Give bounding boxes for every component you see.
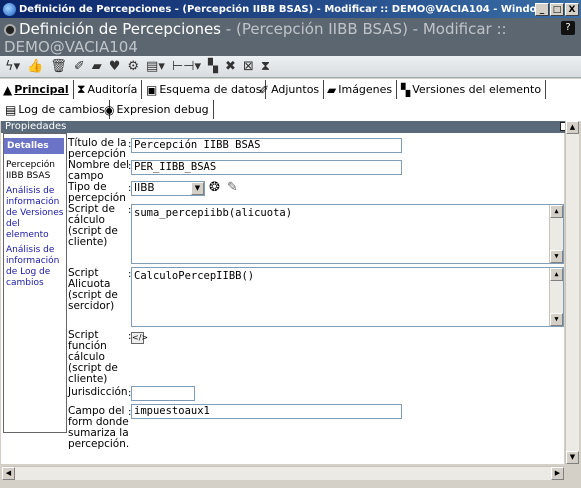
tab-esquema-datos[interactable]: ▣ Esquema de datos	[146, 80, 267, 99]
tools-icon[interactable]: ✖	[225, 59, 236, 75]
image-icon: ▰	[327, 82, 337, 97]
script-editor-icon[interactable]: </>	[131, 332, 148, 344]
thumbs-up-icon[interactable]: 👍	[27, 59, 43, 75]
maximize-button[interactable]: □	[550, 2, 564, 16]
jurisdiccion-input[interactable]	[131, 386, 195, 401]
campo-form-input[interactable]: impuestoaux1	[131, 404, 402, 419]
chevron-down-icon[interactable]: ▼	[191, 182, 204, 195]
tab-label: Versiones del elemento	[412, 83, 542, 96]
script-funcion-label: Script función cálculo (script de client…	[68, 329, 118, 385]
paperclip-icon: ✐	[259, 82, 270, 97]
hourglass-icon: ⧗	[77, 82, 86, 96]
edit-icon[interactable]: ✎	[227, 180, 238, 195]
properties-panel: Detalles Percepción IIBB BSAS Análisis d…	[1, 133, 564, 464]
trash-icon[interactable]: 🗑	[50, 59, 67, 75]
scroll-right-arrow[interactable]: ▶	[551, 467, 564, 480]
eye-icon: ◉	[104, 102, 115, 117]
globe-icon[interactable]: ❂	[209, 180, 220, 195]
scroll-up-arrow[interactable]: ▲	[566, 121, 579, 134]
scroll-down-arrow[interactable]: ▼	[550, 313, 563, 326]
page-header: Definición de Percepciones - (Percepción…	[0, 18, 581, 56]
tab-principal[interactable]: ▲ Principal	[3, 80, 74, 99]
window-title: Definición de Percepciones - (Percepción…	[19, 3, 535, 15]
binoculars-icon[interactable]: ▚	[208, 59, 218, 75]
close-button[interactable]: X	[565, 2, 579, 16]
sidebar-link-log[interactable]: Análisis de información de Log de cambio…	[4, 245, 64, 289]
log-icon: ▤	[5, 102, 17, 117]
tab-auditoria[interactable]: ⧗ Auditoría	[77, 80, 143, 99]
nombre-input[interactable]: PER_IIBB_BSAS	[131, 160, 402, 175]
window-icon[interactable]: ⊠	[243, 59, 254, 75]
ie-icon	[3, 2, 16, 16]
minimize-button[interactable]: _	[535, 2, 549, 16]
titulo-label: Título de la percepción	[68, 137, 127, 160]
tab-versiones[interactable]: ▚ Versiones del elemento	[401, 80, 547, 99]
campo-form-label: Campo del form donde sumariza la percepc…	[68, 405, 130, 450]
sidebar-item-current: Percepción IIBB BSAS	[6, 160, 56, 181]
lightning-icon[interactable]: ϟ▾	[5, 59, 20, 75]
page-horizontal-scrollbar[interactable]: ◀ ▶	[2, 466, 564, 480]
scroll-up-arrow[interactable]: ▲	[550, 268, 563, 281]
sidebar-link-versiones[interactable]: Análisis de información de Versiones del…	[4, 186, 64, 241]
tab-bar: ▲ Principal ⧗ Auditoría ▣ Esquema de datos …	[0, 79, 581, 121]
tab-log-cambios[interactable]: ▤ Log de cambios	[5, 100, 110, 119]
script-alicuota-label: Script Alicuota (script de sercidor)	[68, 267, 118, 312]
jurisdiccion-label: Jurisdicción	[68, 386, 128, 398]
nombre-label: Nombre del campo	[68, 159, 130, 182]
pin-icon[interactable]: ✐	[74, 59, 85, 75]
tab-label: Esquema de datos	[159, 83, 262, 96]
tab-label: Log de cambios	[18, 103, 105, 116]
page-vertical-scrollbar[interactable]: ▲ ▼	[565, 121, 579, 464]
titulo-input[interactable]: Percepción IIBB BSAS	[131, 138, 402, 153]
properties-header: Propiedades	[1, 121, 571, 133]
tab-expresion-debug[interactable]: ◉ Expresion debug	[104, 100, 214, 119]
textarea-scrollbar[interactable]: ▲ ▼	[549, 268, 563, 326]
tree-icon[interactable]: ⊢⊣▾	[172, 59, 201, 75]
tab-label: Imágenes	[338, 83, 393, 96]
script-alicuota-value: CalculoPercepIIBB()	[134, 270, 255, 282]
page-title: Definición de Percepciones - (Percepción…	[4, 20, 549, 56]
heart-icon[interactable]: ♥	[109, 59, 121, 75]
hourglass-icon[interactable]: ⧗	[261, 59, 270, 75]
window-frame-bottom	[0, 481, 581, 488]
script-alicuota-textarea[interactable]: CalculoPercepIIBB() ▲ ▼	[131, 267, 564, 327]
tab-label: Auditoría	[87, 83, 138, 96]
details-sidebar: Detalles Percepción IIBB BSAS Análisis d…	[4, 138, 64, 293]
document-icon[interactable]: ▤▾	[146, 59, 165, 75]
tab-label: Expresion debug	[116, 103, 209, 116]
scroll-left-arrow[interactable]: ◀	[2, 467, 15, 480]
folder-icon[interactable]: ▰	[92, 59, 102, 75]
sidebar-header[interactable]: Detalles	[4, 138, 64, 154]
tab-adjuntos[interactable]: ✐ Adjuntos	[259, 80, 325, 99]
script-calculo-label: Script de cálculo (script de cliente)	[68, 203, 118, 248]
textarea-scrollbar[interactable]: ▲ ▼	[549, 205, 563, 263]
scroll-up-arrow[interactable]: ▲	[550, 205, 563, 218]
versions-icon: ▚	[401, 82, 411, 97]
tab-label: Principal	[14, 83, 69, 96]
help-button[interactable]: ?	[561, 21, 575, 35]
person-icon: ▲	[3, 82, 13, 97]
properties-title: Propiedades	[5, 121, 67, 132]
gear-icon	[4, 23, 16, 36]
scroll-down-arrow[interactable]: ▼	[550, 250, 563, 263]
tipo-label: Tipo de percepción	[68, 181, 126, 204]
tipo-select-value: IIBB	[134, 182, 155, 194]
script-calculo-value: suma_percepiibb(alicuota)	[134, 207, 293, 219]
schema-icon: ▣	[146, 82, 158, 97]
title-main: Definición de Percepciones	[19, 20, 222, 38]
toolbar: ϟ▾ 👍 🗑 ✐ ▰ ♥ ⚙ ▤▾ ⊢⊣▾ ▚ ✖ ⊠ ⧗	[0, 56, 581, 78]
tab-label: Adjuntos	[271, 83, 320, 96]
tab-imagenes[interactable]: ▰ Imágenes	[327, 80, 398, 99]
chart-icon[interactable]: ⚙	[127, 59, 139, 75]
tipo-select[interactable]: IIBB ▼	[131, 181, 205, 196]
script-calculo-textarea[interactable]: suma_percepiibb(alicuota) ▲ ▼	[131, 204, 564, 264]
window-title-bar: Definición de Percepciones - (Percepción…	[0, 0, 581, 18]
title-sub: - (Percepción IIBB BSAS) - Modificar ::	[221, 20, 507, 38]
scroll-down-arrow[interactable]: ▼	[566, 451, 579, 464]
title-user: DEMO@VACIA104	[4, 38, 138, 56]
